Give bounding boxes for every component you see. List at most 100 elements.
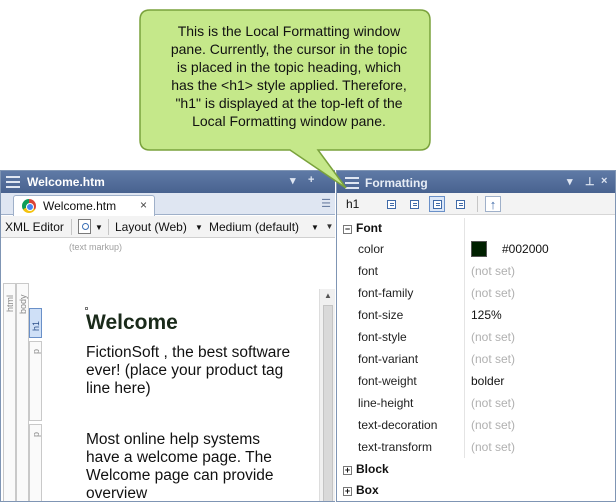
editor-window: Welcome.htm ▾ + Welcome.htm × ☰ XML Edit… [0, 170, 335, 502]
property-name: text-decoration [358, 418, 438, 432]
chevron-down-icon[interactable]: ▼ [311, 223, 319, 232]
toolbar-separator [477, 196, 478, 212]
view-icon[interactable] [383, 196, 399, 212]
expand-icon[interactable]: + [343, 466, 352, 475]
callout-line: This is the Local Formatting window [177, 23, 401, 39]
xml-editor-label[interactable]: XML Editor [5, 220, 64, 234]
tag-label-p: p [31, 348, 41, 354]
pin-icon[interactable]: ⊥ [585, 175, 595, 188]
section-block[interactable]: + Block [343, 462, 389, 476]
property-row[interactable]: color #002000 [337, 238, 615, 260]
dropdown-icon[interactable]: ▾ [567, 175, 573, 188]
callout-line: pane. Currently, the cursor in the topic [170, 41, 408, 57]
property-value[interactable]: (not set) [471, 418, 515, 432]
property-name: font [358, 264, 379, 278]
preview-icon[interactable] [78, 219, 91, 234]
toolbar-separator [108, 219, 109, 235]
property-name: font-variant [358, 352, 419, 366]
close-icon[interactable]: × [601, 175, 607, 187]
close-tab-icon[interactable]: × [140, 198, 147, 212]
text-markup-label: (text markup) [69, 242, 123, 252]
chevron-down-icon[interactable]: ▼ [195, 223, 203, 232]
arrow-up-icon[interactable]: ↑ [485, 196, 501, 212]
layout-dropdown[interactable]: Layout (Web) [115, 220, 187, 234]
paragraph[interactable]: Most online help systems have a welcome … [86, 431, 296, 501]
editor-window-title: Welcome.htm [27, 175, 105, 189]
tab-list-icon[interactable]: ☰ [321, 197, 331, 210]
callout-line: Local Formatting window pane. [192, 113, 386, 129]
chevron-down-icon[interactable]: ▼ [95, 223, 103, 232]
section-font[interactable]: − Font [343, 221, 382, 235]
property-row[interactable]: font (not set) [337, 260, 615, 282]
text-cursor [85, 307, 88, 310]
tag-label-p: p [31, 431, 41, 437]
tag-label-html: html [5, 294, 15, 312]
property-row[interactable]: text-decoration (not set) [337, 414, 615, 436]
dropdown-icon[interactable]: ▾ [290, 174, 296, 187]
section-label: Block [356, 462, 389, 476]
formatting-window-title: Formatting [365, 176, 428, 190]
property-row[interactable]: font-variant (not set) [337, 348, 615, 370]
property-name: font-weight [358, 374, 417, 388]
pin-icon[interactable]: + [308, 174, 314, 186]
topic-heading[interactable]: Welcome [86, 311, 178, 335]
property-value[interactable]: (not set) [471, 264, 515, 278]
view-icon[interactable] [429, 196, 445, 212]
scrollbar-thumb[interactable] [323, 305, 333, 501]
property-name: font-size [358, 308, 404, 322]
tag-bar-html[interactable]: html [3, 283, 16, 501]
property-value[interactable]: #002000 [502, 242, 549, 256]
toolbar-overflow-icon[interactable]: ▼ [324, 219, 335, 234]
property-row[interactable]: line-height (not set) [337, 392, 615, 414]
callout-line: is placed in the topic heading, which [176, 59, 402, 75]
property-name: color [358, 242, 385, 256]
property-value[interactable]: 125% [471, 308, 502, 322]
property-name: font-style [358, 330, 407, 344]
color-swatch[interactable] [471, 241, 487, 257]
paragraph[interactable]: FictionSoft , the best software ever! (p… [86, 344, 296, 398]
section-box[interactable]: + Box [343, 483, 379, 497]
callout-line: "h1" is displayed at the top-left of the [175, 95, 403, 111]
callout-line: has the <h1> style applied. Therefore, [171, 77, 407, 93]
property-value[interactable]: bolder [471, 374, 504, 388]
tag-bar-body[interactable]: body [16, 283, 29, 501]
structure-bars: html body h1 p p [1, 283, 67, 501]
property-name: text-transform [358, 440, 433, 454]
tag-bar-p[interactable]: p [29, 424, 42, 501]
property-value[interactable]: (not set) [471, 396, 515, 410]
property-row[interactable]: font-weight bolder [337, 370, 615, 392]
property-value[interactable]: (not set) [471, 352, 515, 366]
section-label: Box [356, 483, 379, 497]
property-value[interactable]: (not set) [471, 440, 515, 454]
property-value[interactable]: (not set) [471, 330, 515, 344]
tag-bar-h1[interactable]: h1 [29, 308, 42, 338]
tag-label-body: body [18, 294, 28, 314]
formatting-window: Formatting ▾ ⊥ × h1 ↑ − Font color #00200… [336, 170, 616, 502]
collapse-icon[interactable]: − [343, 225, 352, 234]
property-name: font-family [358, 286, 414, 300]
section-label: Font [356, 221, 382, 235]
callout-text: This is the Local Formatting window pane… [148, 22, 430, 130]
expand-icon[interactable]: + [343, 487, 352, 496]
tab-welcome[interactable]: Welcome.htm × [13, 195, 155, 216]
editor-tab-bar: Welcome.htm × [1, 193, 335, 216]
menu-icon[interactable] [6, 176, 20, 188]
view-icon[interactable] [452, 196, 468, 212]
view-icon[interactable] [406, 196, 422, 212]
scroll-up-icon[interactable]: ▲ [324, 291, 332, 300]
property-row[interactable]: font-family (not set) [337, 282, 615, 304]
medium-dropdown[interactable]: Medium (default) [209, 220, 299, 234]
tag-bar-p[interactable]: p [29, 341, 42, 421]
property-value[interactable]: (not set) [471, 286, 515, 300]
editor-toolbar: XML Editor ▼ Layout (Web) ▼ Medium (defa… [1, 216, 335, 238]
editor-content[interactable]: Welcome FictionSoft , the best software … [67, 289, 319, 501]
property-name: line-height [358, 396, 414, 410]
property-row[interactable]: text-transform (not set) [337, 436, 615, 458]
formatting-title-bar: Formatting ▾ ⊥ × [337, 171, 615, 193]
menu-icon[interactable] [345, 177, 359, 189]
tab-label: Welcome.htm [43, 199, 117, 213]
property-row[interactable]: font-size 125% [337, 304, 615, 326]
formatting-toolbar: h1 ↑ [337, 193, 615, 215]
property-row[interactable]: font-style (not set) [337, 326, 615, 348]
vertical-scrollbar[interactable]: ▲ [319, 289, 335, 501]
